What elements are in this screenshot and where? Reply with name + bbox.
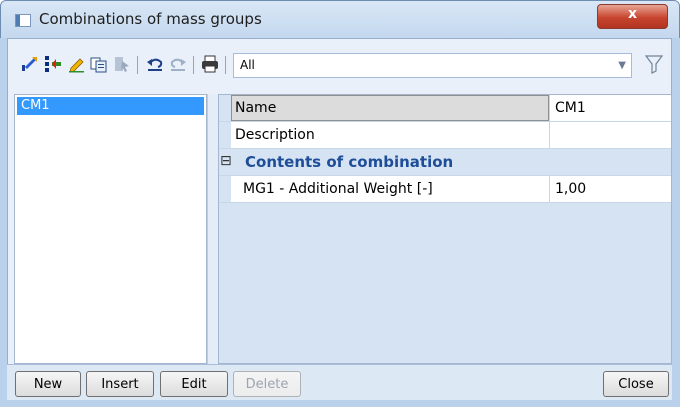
window-title: Combinations of mass groups bbox=[39, 10, 262, 28]
pane-splitter[interactable] bbox=[207, 94, 218, 364]
property-row-name[interactable]: Name CM1 bbox=[219, 95, 671, 122]
group-title: Contents of combination bbox=[245, 153, 454, 171]
toolbar-separator bbox=[193, 56, 194, 74]
property-label-mg1: MG1 - Additional Weight [-] bbox=[243, 181, 433, 197]
property-grid: Name CM1 Description ⊟ Contents of combi… bbox=[218, 94, 672, 364]
undo-icon[interactable] bbox=[146, 55, 164, 73]
edit-button[interactable]: Edit bbox=[160, 371, 228, 397]
filter-select[interactable]: All ▼ bbox=[233, 53, 632, 78]
property-row-mg1[interactable]: MG1 - Additional Weight [-] 1,00 bbox=[219, 176, 671, 203]
select-icon[interactable] bbox=[20, 55, 38, 73]
close-button[interactable]: Close bbox=[603, 371, 669, 397]
insert-button[interactable]: Insert bbox=[86, 371, 154, 397]
property-value-name[interactable]: CM1 bbox=[549, 95, 671, 121]
redo-icon[interactable] bbox=[169, 55, 187, 73]
property-value-mg1[interactable]: 1,00 bbox=[549, 176, 671, 202]
property-row-description[interactable]: Description bbox=[219, 122, 671, 149]
delete-button[interactable]: Delete bbox=[233, 371, 301, 397]
list-item[interactable]: CM1 bbox=[17, 97, 204, 115]
edit-pencil-icon[interactable] bbox=[68, 55, 86, 73]
new-button[interactable]: New bbox=[15, 371, 81, 397]
copy-icon[interactable] bbox=[90, 55, 108, 73]
print-icon[interactable] bbox=[201, 55, 219, 73]
window-frame-left bbox=[0, 38, 7, 407]
window-close-button[interactable]: x bbox=[597, 4, 668, 29]
property-label-name: Name bbox=[235, 100, 277, 116]
title-bar[interactable]: Combinations of mass groups x bbox=[1, 1, 679, 39]
toolbar-separator bbox=[137, 56, 138, 74]
app-icon bbox=[15, 14, 31, 27]
property-name-highlight bbox=[231, 95, 549, 121]
filter-select-value: All bbox=[240, 58, 255, 72]
property-label-description: Description bbox=[235, 127, 315, 143]
property-value-description[interactable] bbox=[549, 122, 671, 148]
property-group-header[interactable]: ⊟ Contents of combination bbox=[219, 149, 671, 176]
window-frame-bottom bbox=[0, 400, 680, 407]
toolbar: All ▼ bbox=[7, 38, 672, 94]
combination-list[interactable]: CM1 bbox=[14, 94, 207, 364]
chevron-down-icon[interactable]: ▼ bbox=[618, 60, 626, 71]
toolbar-separator bbox=[225, 56, 226, 74]
funnel-icon[interactable] bbox=[645, 54, 663, 74]
close-icon: x bbox=[627, 6, 638, 22]
insert-column-icon[interactable] bbox=[44, 55, 62, 73]
collapse-icon[interactable]: ⊟ bbox=[220, 152, 232, 170]
window-frame-right bbox=[672, 38, 680, 407]
cursor-icon[interactable] bbox=[113, 55, 131, 73]
button-bar: New Insert Edit Delete Close bbox=[7, 364, 672, 400]
